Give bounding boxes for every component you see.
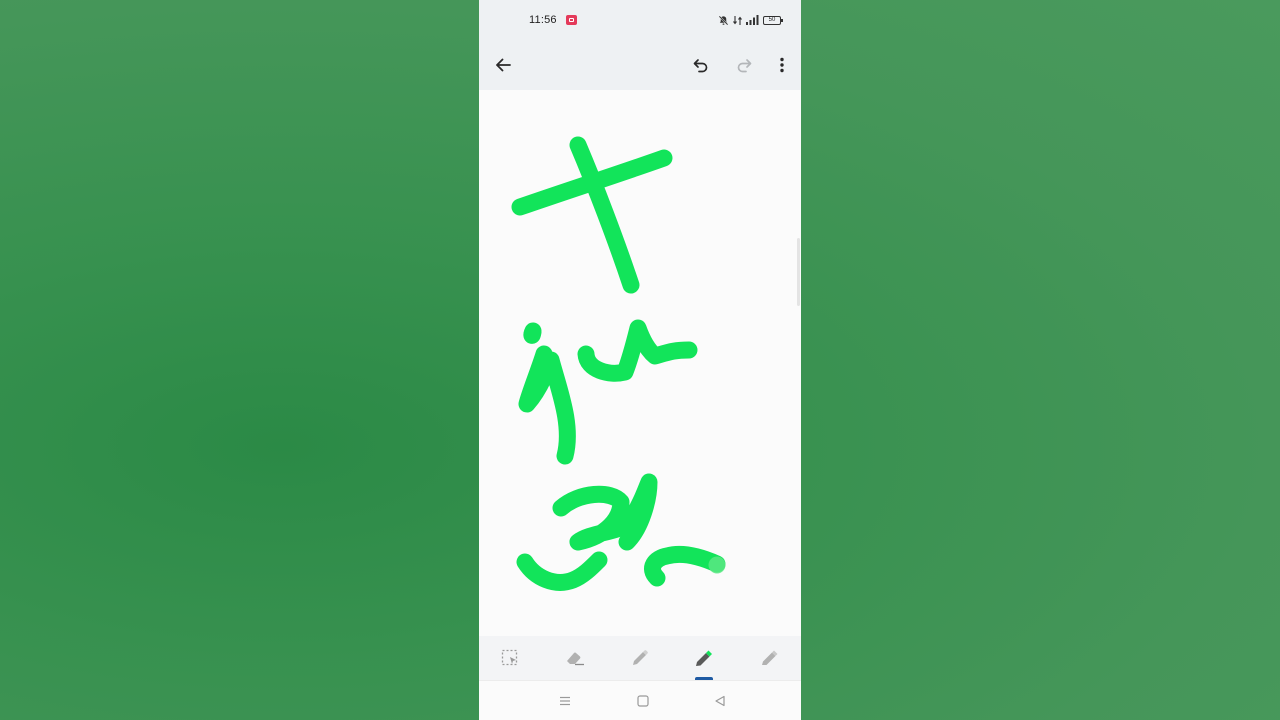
ink-stroke — [523, 322, 542, 344]
ink-layer — [511, 136, 726, 591]
ink-stroke — [577, 319, 698, 382]
highlighter-icon — [762, 650, 778, 665]
lasso-select-icon — [501, 649, 518, 666]
signal-icon — [746, 15, 759, 25]
back-arrow-icon — [496, 58, 511, 72]
phone-screen: 11:56 50 — [479, 0, 801, 720]
marker-icon — [696, 650, 712, 666]
redo-button[interactable] — [728, 49, 760, 81]
undo-icon — [693, 59, 708, 73]
canvas-scrollbar[interactable] — [797, 238, 800, 306]
more-vert-icon — [780, 57, 784, 73]
redo-icon — [737, 59, 752, 73]
eraser-icon — [567, 652, 584, 666]
recents-button[interactable] — [555, 691, 575, 711]
home-icon — [637, 695, 649, 707]
mobile-data-icon — [733, 15, 742, 25]
eraser-tool[interactable] — [562, 645, 588, 671]
system-nav-bar — [479, 680, 801, 720]
pen-tool[interactable] — [627, 645, 653, 671]
home-button[interactable] — [633, 691, 653, 711]
pen-toolbar — [479, 636, 801, 680]
back-triangle-icon — [715, 695, 725, 707]
ink-stroke — [518, 345, 576, 465]
pen-icon — [633, 650, 648, 665]
nav-back-button[interactable] — [710, 691, 730, 711]
highlighter-tool[interactable] — [756, 645, 782, 671]
status-icons: 50 — [718, 13, 783, 27]
back-button[interactable] — [487, 49, 519, 81]
more-options-button[interactable] — [766, 49, 798, 81]
lasso-select-tool[interactable] — [497, 645, 523, 671]
battery-icon: 50 — [763, 15, 783, 25]
status-time: 11:56 — [529, 14, 557, 26]
app-bar — [479, 40, 801, 90]
ink-stroke — [516, 551, 608, 591]
ink-stroke — [644, 545, 726, 587]
recents-icon — [560, 696, 570, 706]
status-bar: 11:56 50 — [479, 0, 801, 40]
screen-record-icon — [566, 15, 577, 25]
ink-stroke — [552, 473, 658, 551]
drawing-canvas[interactable] — [479, 90, 801, 636]
undo-button[interactable] — [685, 49, 717, 81]
marker-tool[interactable] — [691, 645, 717, 671]
bell-off-icon — [718, 15, 729, 25]
